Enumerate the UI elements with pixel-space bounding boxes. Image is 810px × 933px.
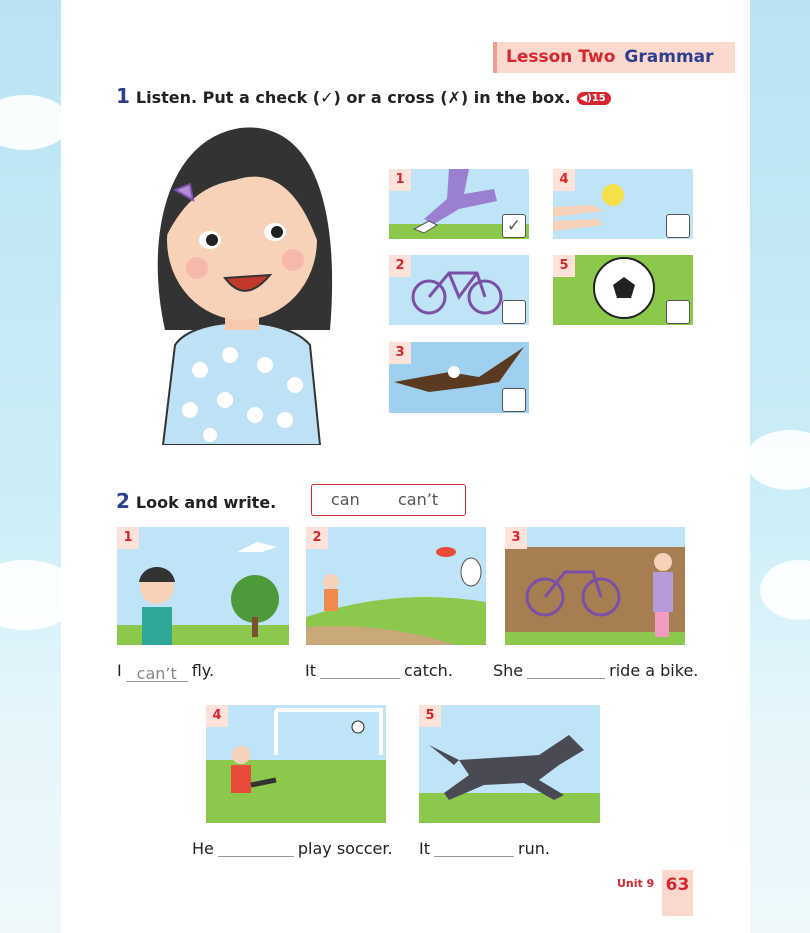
audio-button[interactable]: ◀)15 [576, 92, 611, 105]
lesson-header: Lesson Two Grammar [493, 42, 735, 73]
exercise-instruction: Listen. Put a check (✓) or a cross (✗) i… [135, 88, 571, 107]
ex2-item-1-boy-bird: 1 [117, 527, 289, 645]
answer-blank[interactable]: can’t [125, 664, 188, 683]
sentence-3: She ride a bike. [493, 661, 698, 681]
exercise-number: 2 [116, 489, 130, 513]
section-label: Grammar [624, 47, 714, 67]
sentence-start: It [419, 839, 430, 858]
word-bank: can can’t [311, 484, 466, 516]
ex2-item-5-horse: 5 [419, 705, 600, 823]
ex1-item-3-eagle: 3 [389, 342, 529, 413]
sentence-2: It catch. [305, 661, 453, 681]
unit-label: Unit 9 [617, 877, 655, 890]
sentence-start: He [192, 839, 214, 858]
item-number: 5 [419, 705, 441, 727]
ex2-item-3-girl-bike: 3 [505, 527, 685, 645]
page-number: 63 [662, 870, 693, 916]
answer-blank[interactable] [434, 839, 514, 857]
exercise-number: 1 [116, 84, 130, 108]
item-number: 4 [206, 705, 228, 727]
exercise-1-title: 1 Listen. Put a check (✓) or a cross (✗) … [116, 84, 611, 108]
check-box[interactable] [666, 214, 690, 238]
ex2-item-4-boy-soccer: 4 [206, 705, 386, 823]
audio-track-number: 15 [591, 93, 606, 104]
word-option: can’t [398, 490, 439, 509]
sentence-4: He play soccer. [192, 839, 393, 859]
sentence-end: fly. [191, 661, 215, 680]
check-box[interactable] [502, 388, 526, 412]
sentence-5: It run. [419, 839, 550, 859]
check-box[interactable] [502, 300, 526, 324]
sentence-end: run. [518, 839, 550, 858]
item-number: 3 [389, 342, 411, 364]
answer-blank[interactable] [527, 661, 606, 679]
cloud-decoration [745, 430, 810, 490]
item-number: 5 [553, 255, 575, 277]
sentence-start: I [117, 661, 122, 680]
sentence-end: play soccer. [297, 839, 393, 858]
sentence-end: catch. [404, 661, 453, 680]
sentence-end: ride a bike. [609, 661, 699, 680]
sentence-start: It [305, 661, 316, 680]
item-number: 1 [389, 169, 411, 191]
item-number: 3 [505, 527, 527, 549]
cloud-decoration [0, 95, 70, 150]
ex1-item-4-catch: 4 [553, 169, 693, 239]
ex2-item-2-dog-frisbee: 2 [306, 527, 486, 645]
ex1-item-5-soccer-ball: 5 [553, 255, 693, 325]
cloud-decoration [760, 560, 810, 620]
item-number: 2 [306, 527, 328, 549]
item-number: 4 [553, 169, 575, 191]
sentence-start: She [493, 661, 524, 680]
item-number: 2 [389, 255, 411, 277]
answer-blank[interactable] [217, 839, 294, 857]
girl-illustration [145, 120, 340, 445]
word-option: can [331, 490, 360, 509]
ex1-item-2-bicycle: 2 [389, 255, 529, 325]
check-box[interactable]: ✓ [502, 214, 526, 238]
check-box[interactable] [666, 300, 690, 324]
sentence-1: Ican’t fly. [117, 661, 215, 683]
answer-blank[interactable] [320, 661, 400, 679]
lesson-label: Lesson Two [506, 47, 616, 67]
item-number: 1 [117, 527, 139, 549]
exercise-instruction: Look and write. [135, 493, 277, 512]
exercise-2-title: 2 Look and write. [116, 489, 276, 513]
ex1-item-1-running: 1 ✓ [389, 169, 529, 239]
